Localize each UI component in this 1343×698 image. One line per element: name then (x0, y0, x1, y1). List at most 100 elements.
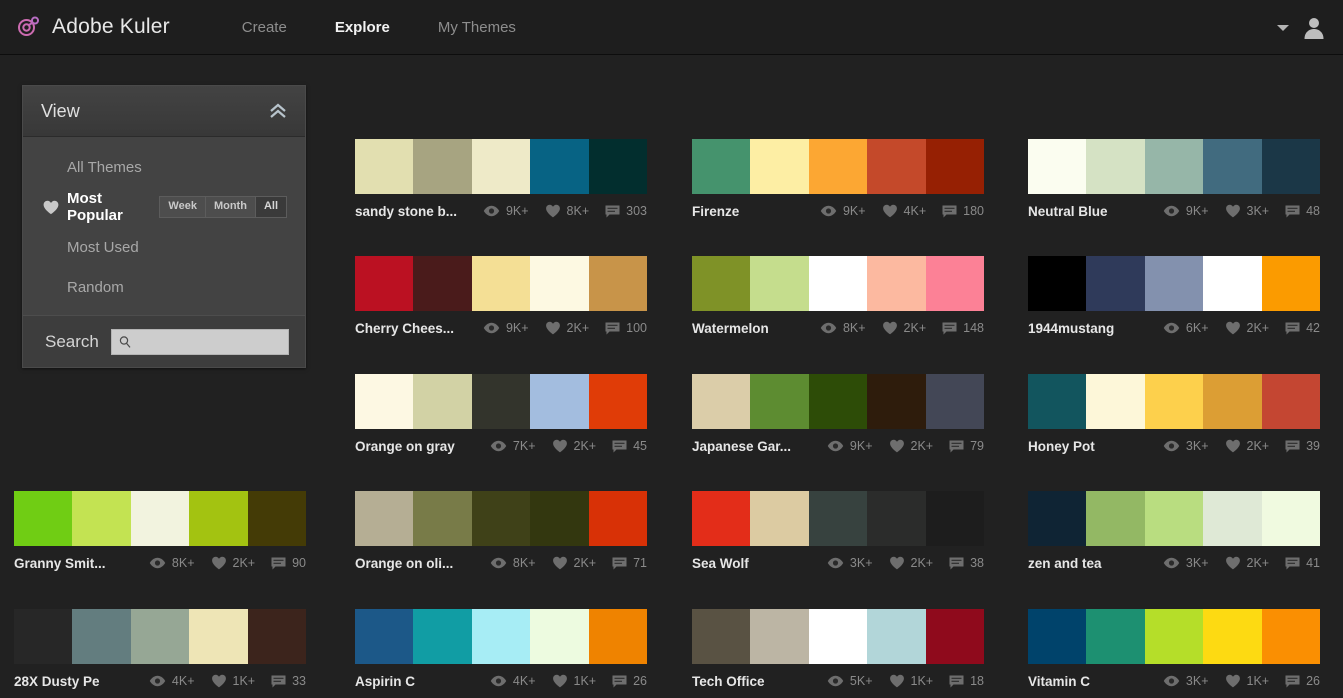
color-swatch[interactable] (1086, 139, 1145, 194)
color-swatch[interactable] (247, 609, 307, 664)
color-swatch[interactable] (1144, 256, 1204, 311)
color-swatch-strip[interactable] (1028, 374, 1321, 429)
chevron-down-icon[interactable] (1277, 24, 1289, 31)
color-swatch[interactable] (750, 374, 809, 429)
color-swatch[interactable] (925, 256, 985, 311)
range-option-all[interactable]: All (255, 196, 286, 218)
color-swatch[interactable] (692, 609, 751, 664)
sidebar-item-most-used[interactable]: Most Used (23, 227, 305, 267)
nav-item-my-themes[interactable]: My Themes (414, 19, 540, 36)
color-swatch[interactable] (1144, 609, 1204, 664)
color-swatch[interactable] (588, 374, 648, 429)
color-swatch[interactable] (750, 256, 809, 311)
theme-card[interactable]: Watermelon 8K+ 2K+ 148 (692, 256, 985, 345)
theme-card[interactable]: 1944mustang 6K+ 2K+ 42 (1028, 256, 1321, 345)
color-swatch[interactable] (189, 609, 248, 664)
theme-card[interactable]: Orange on oli... 8K+ 2K+ 71 (355, 491, 648, 580)
color-swatch-strip[interactable] (692, 256, 985, 311)
color-swatch-strip[interactable] (692, 609, 985, 664)
color-swatch[interactable] (692, 491, 751, 546)
theme-card[interactable]: Neutral Blue 9K+ 3K+ 48 (1028, 139, 1321, 228)
color-swatch[interactable] (808, 256, 868, 311)
color-swatch[interactable] (808, 609, 868, 664)
theme-card[interactable]: Cherry Chees... 9K+ 2K+ 100 (355, 256, 648, 345)
color-swatch[interactable] (925, 139, 985, 194)
color-swatch[interactable] (530, 139, 589, 194)
color-swatch[interactable] (189, 491, 248, 546)
theme-card[interactable]: Tech Office 5K+ 1K+ 18 (692, 609, 985, 698)
color-swatch-strip[interactable] (14, 609, 307, 664)
color-swatch[interactable] (750, 609, 809, 664)
color-swatch[interactable] (355, 374, 414, 429)
theme-title[interactable]: Aspirin C (355, 674, 415, 689)
theme-card[interactable]: Sea Wolf 3K+ 2K+ 38 (692, 491, 985, 580)
color-swatch[interactable] (867, 374, 926, 429)
color-swatch[interactable] (588, 609, 648, 664)
theme-title[interactable]: Firenze (692, 204, 739, 219)
color-swatch[interactable] (692, 139, 751, 194)
color-swatch[interactable] (530, 609, 589, 664)
theme-card[interactable]: 28X Dusty Pe 4K+ 1K+ 33 (14, 609, 307, 698)
color-swatch[interactable] (471, 374, 531, 429)
color-swatch[interactable] (72, 609, 131, 664)
color-swatch[interactable] (750, 491, 809, 546)
color-swatch[interactable] (808, 491, 868, 546)
sidebar-item-all-themes[interactable]: All Themes (23, 147, 305, 187)
color-swatch[interactable] (1203, 491, 1262, 546)
color-swatch[interactable] (1028, 256, 1087, 311)
color-swatch[interactable] (867, 256, 926, 311)
color-swatch[interactable] (1028, 139, 1087, 194)
color-swatch[interactable] (1086, 491, 1145, 546)
color-swatch[interactable] (808, 139, 868, 194)
color-swatch[interactable] (1203, 374, 1262, 429)
color-swatch[interactable] (471, 139, 531, 194)
color-swatch-strip[interactable] (355, 374, 648, 429)
nav-item-explore[interactable]: Explore (311, 19, 414, 36)
color-swatch[interactable] (413, 609, 472, 664)
color-swatch[interactable] (130, 609, 190, 664)
color-swatch[interactable] (1261, 374, 1321, 429)
color-swatch[interactable] (588, 256, 648, 311)
color-swatch[interactable] (530, 491, 589, 546)
color-swatch[interactable] (1261, 139, 1321, 194)
theme-title[interactable]: sandy stone b... (355, 204, 457, 219)
color-swatch[interactable] (413, 256, 472, 311)
color-swatch-strip[interactable] (1028, 256, 1321, 311)
color-swatch[interactable] (530, 256, 589, 311)
color-swatch-strip[interactable] (1028, 139, 1321, 194)
color-swatch[interactable] (867, 139, 926, 194)
theme-card[interactable]: Granny Smit... 8K+ 2K+ 90 (14, 491, 307, 580)
color-swatch[interactable] (867, 491, 926, 546)
theme-card[interactable]: Vitamin C 3K+ 1K+ 26 (1028, 609, 1321, 698)
color-swatch[interactable] (925, 374, 985, 429)
range-option-month[interactable]: Month (205, 196, 256, 218)
color-swatch[interactable] (808, 374, 868, 429)
color-swatch[interactable] (471, 491, 531, 546)
color-swatch[interactable] (1144, 374, 1204, 429)
color-swatch-strip[interactable] (692, 139, 985, 194)
theme-title[interactable]: 1944mustang (1028, 321, 1114, 336)
color-swatch[interactable] (355, 139, 414, 194)
theme-title[interactable]: Granny Smit... (14, 556, 106, 571)
color-swatch[interactable] (692, 256, 751, 311)
color-swatch[interactable] (130, 491, 190, 546)
view-panel-header[interactable]: View (23, 86, 305, 137)
color-swatch[interactable] (588, 139, 648, 194)
color-swatch[interactable] (471, 609, 531, 664)
theme-title[interactable]: Watermelon (692, 321, 769, 336)
theme-title[interactable]: Vitamin C (1028, 674, 1090, 689)
color-swatch[interactable] (925, 491, 985, 546)
theme-title[interactable]: Cherry Chees... (355, 321, 454, 336)
color-swatch[interactable] (925, 609, 985, 664)
theme-card[interactable]: Aspirin C 4K+ 1K+ 26 (355, 609, 648, 698)
color-swatch[interactable] (1203, 609, 1262, 664)
theme-card[interactable]: sandy stone b... 9K+ 8K+ 303 (355, 139, 648, 228)
color-swatch[interactable] (530, 374, 589, 429)
color-swatch[interactable] (355, 491, 414, 546)
color-swatch-strip[interactable] (355, 491, 648, 546)
color-swatch[interactable] (1028, 609, 1087, 664)
theme-title[interactable]: Orange on oli... (355, 556, 453, 571)
color-swatch[interactable] (413, 491, 472, 546)
color-swatch[interactable] (413, 374, 472, 429)
color-swatch[interactable] (72, 491, 131, 546)
